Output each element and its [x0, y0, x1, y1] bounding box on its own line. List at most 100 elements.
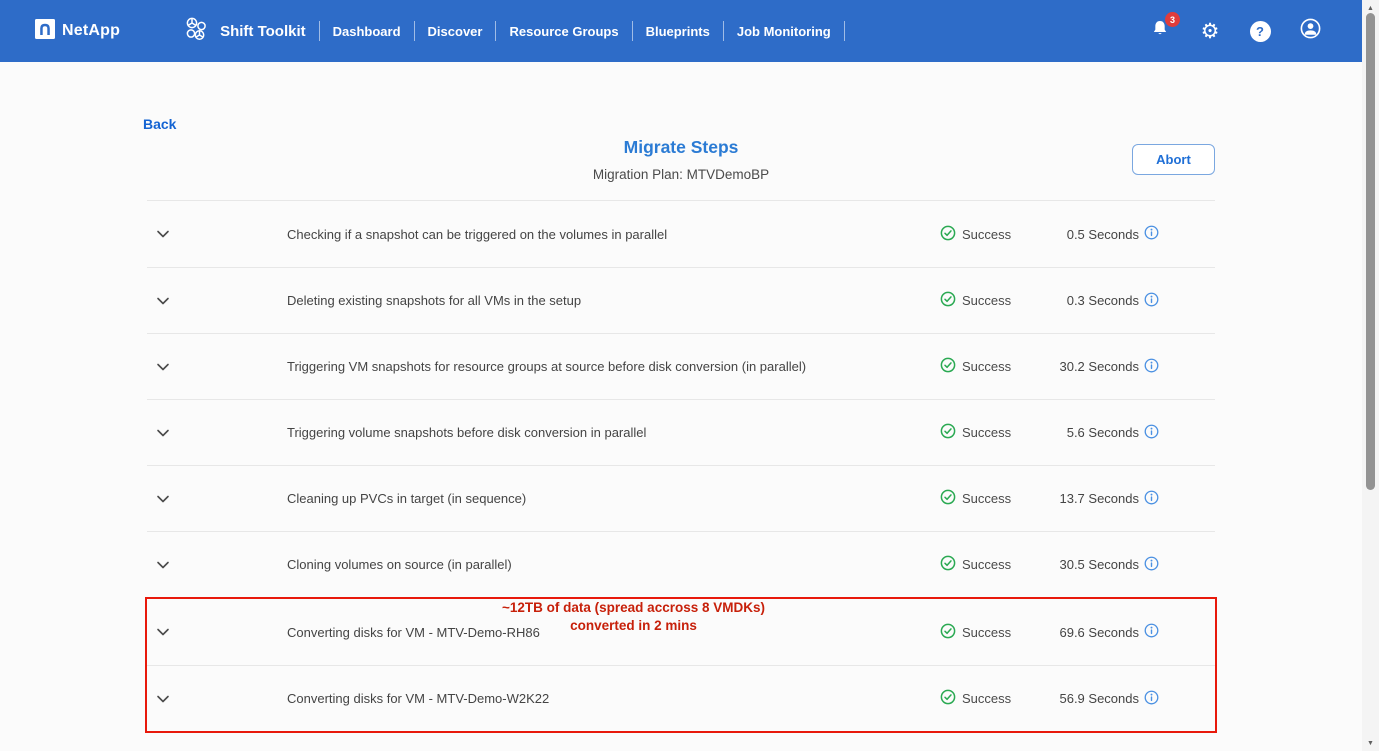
nav-separator	[723, 21, 724, 41]
gear-icon: ⚙	[1201, 21, 1220, 42]
notifications-button[interactable]: 3	[1148, 19, 1172, 43]
help-button[interactable]: ?	[1248, 19, 1272, 43]
step-duration-cell: 30.5 Seconds	[1055, 556, 1215, 574]
migration-plan-subtitle: Migration Plan: MTVDemoBP	[147, 167, 1215, 182]
step-duration-cell: 30.2 Seconds	[1055, 358, 1215, 376]
step-row[interactable]: Checking if a snapshot can be triggered …	[147, 201, 1215, 267]
step-status: Success	[940, 423, 1055, 442]
step-duration-cell: 13.7 Seconds	[1055, 490, 1215, 508]
chevron-down-icon[interactable]	[153, 224, 173, 244]
info-icon[interactable]	[1144, 490, 1159, 508]
success-check-icon	[940, 555, 956, 574]
step-label: Triggering volume snapshots before disk …	[287, 425, 940, 440]
step-duration-cell: 69.6 Seconds	[1055, 623, 1215, 641]
top-navbar: NetApp Shift Toolkit Dashboard Discover …	[0, 0, 1379, 62]
nav-separator	[414, 21, 415, 41]
success-check-icon	[940, 423, 956, 442]
page-title: Migrate Steps	[147, 137, 1215, 158]
scrollbar-thumb[interactable]	[1366, 13, 1375, 490]
step-label: Converting disks for VM - MTV-Demo-W2K22	[287, 691, 940, 706]
step-row[interactable]: Cleaning up PVCs in target (in sequence)…	[147, 465, 1215, 531]
success-check-icon	[940, 291, 956, 310]
step-label: Triggering VM snapshots for resource gro…	[287, 359, 940, 374]
step-duration: 0.3 Seconds	[1067, 293, 1139, 308]
step-row[interactable]: Cloning volumes on source (in parallel) …	[147, 531, 1215, 597]
highlight-box-rows: Converting disks for VM - MTV-Demo-RH86 …	[147, 599, 1215, 731]
highlight-box: ~12TB of data (spread accross 8 VMDKs) c…	[145, 597, 1217, 733]
step-status-label: Success	[962, 625, 1011, 640]
step-duration: 69.6 Seconds	[1059, 625, 1139, 640]
netapp-logo[interactable]: NetApp	[35, 19, 120, 44]
shift-toolkit-icon	[182, 14, 212, 49]
step-status-label: Success	[962, 359, 1011, 374]
info-icon[interactable]	[1144, 292, 1159, 310]
chevron-down-icon[interactable]	[153, 423, 173, 443]
step-duration: 56.9 Seconds	[1059, 691, 1139, 706]
step-label: Cleaning up PVCs in target (in sequence)	[287, 491, 940, 506]
back-link[interactable]: Back	[143, 116, 176, 132]
nav-resource-groups[interactable]: Resource Groups	[509, 24, 618, 39]
step-row[interactable]: Converting disks for VM - MTV-Demo-W2K22…	[147, 665, 1215, 731]
vertical-scrollbar[interactable]: ▲ ▼	[1362, 0, 1379, 751]
app-title-block: Shift Toolkit	[182, 14, 306, 49]
info-icon[interactable]	[1144, 424, 1159, 442]
main-content: Back Migrate Steps Migration Plan: MTVDe…	[0, 62, 1362, 751]
step-status-label: Success	[962, 227, 1011, 242]
nav-separator	[319, 21, 320, 41]
step-status: Success	[940, 689, 1055, 708]
chevron-down-icon[interactable]	[153, 689, 173, 709]
step-duration: 30.2 Seconds	[1059, 359, 1139, 374]
step-status: Success	[940, 225, 1055, 244]
step-row[interactable]: Triggering VM snapshots for resource gro…	[147, 333, 1215, 399]
step-duration: 30.5 Seconds	[1059, 557, 1139, 572]
step-status-label: Success	[962, 425, 1011, 440]
step-duration: 13.7 Seconds	[1059, 491, 1139, 506]
chevron-down-icon[interactable]	[153, 357, 173, 377]
step-row[interactable]: Converting disks for VM - MTV-Demo-RH86 …	[147, 599, 1215, 665]
page-header: Migrate Steps Migration Plan: MTVDemoBP …	[147, 137, 1215, 182]
success-check-icon	[940, 225, 956, 244]
netapp-brand-text: NetApp	[62, 22, 120, 40]
app-title: Shift Toolkit	[220, 23, 306, 40]
step-row[interactable]: Triggering volume snapshots before disk …	[147, 399, 1215, 465]
step-label: Converting disks for VM - MTV-Demo-RH86	[287, 625, 940, 640]
nav-separator	[495, 21, 496, 41]
nav-blueprints[interactable]: Blueprints	[646, 24, 710, 39]
step-status-label: Success	[962, 293, 1011, 308]
step-duration-cell: 56.9 Seconds	[1055, 690, 1215, 708]
info-icon[interactable]	[1144, 556, 1159, 574]
step-duration-cell: 0.5 Seconds	[1055, 225, 1215, 243]
step-status-label: Success	[962, 557, 1011, 572]
info-icon[interactable]	[1144, 225, 1159, 243]
info-icon[interactable]	[1144, 690, 1159, 708]
user-menu-button[interactable]	[1298, 19, 1322, 43]
step-status: Success	[940, 489, 1055, 508]
step-status: Success	[940, 555, 1055, 574]
chevron-down-icon[interactable]	[153, 555, 173, 575]
step-status: Success	[940, 357, 1055, 376]
info-icon[interactable]	[1144, 358, 1159, 376]
abort-button[interactable]: Abort	[1132, 144, 1215, 175]
info-icon[interactable]	[1144, 623, 1159, 641]
chevron-down-icon[interactable]	[153, 489, 173, 509]
success-check-icon	[940, 357, 956, 376]
step-duration-cell: 5.6 Seconds	[1055, 424, 1215, 442]
step-status: Success	[940, 623, 1055, 642]
step-status-label: Success	[962, 691, 1011, 706]
chevron-down-icon[interactable]	[153, 291, 173, 311]
step-duration: 0.5 Seconds	[1067, 227, 1139, 242]
nav-discover[interactable]: Discover	[428, 24, 483, 39]
steps-list: Checking if a snapshot can be triggered …	[147, 200, 1215, 733]
scroll-down-arrow-icon[interactable]: ▼	[1362, 735, 1379, 751]
help-icon: ?	[1250, 21, 1271, 42]
success-check-icon	[940, 489, 956, 508]
step-duration-cell: 0.3 Seconds	[1055, 292, 1215, 310]
chevron-down-icon[interactable]	[153, 622, 173, 642]
user-profile-icon	[1299, 17, 1322, 45]
steps-list-normal: Checking if a snapshot can be triggered …	[147, 201, 1215, 597]
nav-job-monitoring[interactable]: Job Monitoring	[737, 24, 831, 39]
step-row[interactable]: Deleting existing snapshots for all VMs …	[147, 267, 1215, 333]
settings-button[interactable]: ⚙	[1198, 19, 1222, 43]
notification-badge: 3	[1165, 12, 1180, 27]
nav-dashboard[interactable]: Dashboard	[333, 24, 401, 39]
